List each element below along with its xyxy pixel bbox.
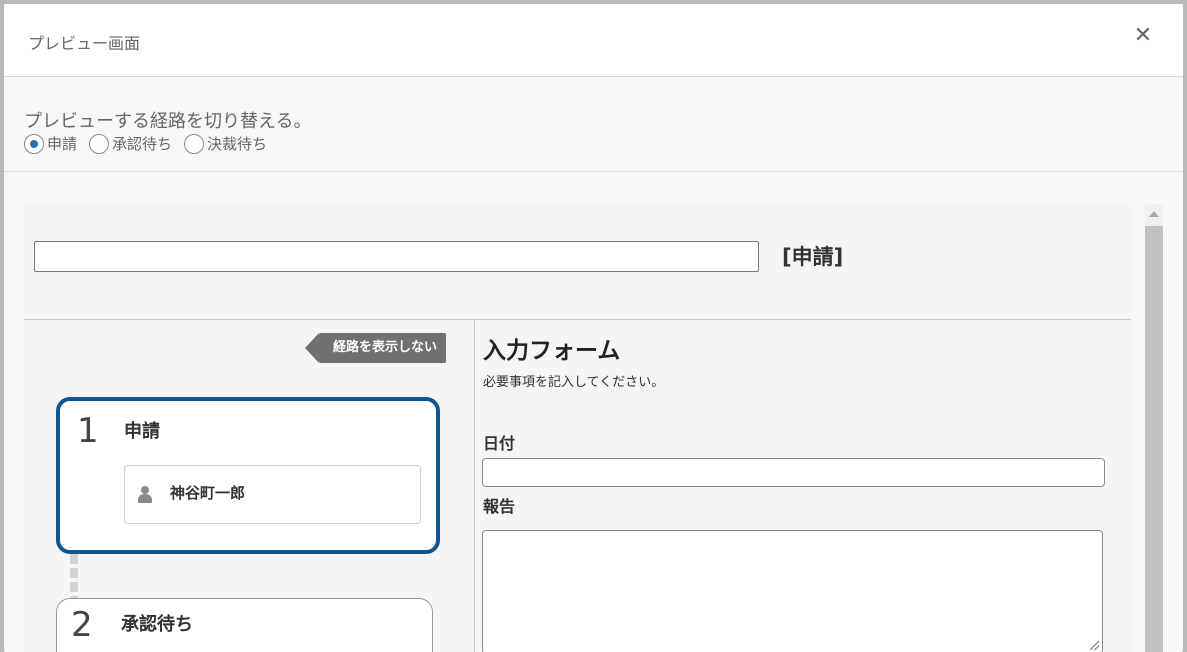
modal-title: プレビュー画面: [28, 34, 141, 53]
resize-handle-icon[interactable]: [1090, 641, 1099, 650]
radio-label-approval-pending: 承認待ち: [112, 135, 173, 153]
vertical-scrollbar[interactable]: [1145, 204, 1163, 652]
scrollbar-thumb[interactable]: [1145, 226, 1163, 652]
user-icon: [138, 486, 152, 503]
title-input[interactable]: [34, 241, 759, 272]
form-type-label: [申請]: [782, 245, 844, 269]
divider: [24, 319, 1131, 320]
step-number: 1: [77, 411, 99, 451]
step-connector: [70, 554, 78, 598]
radio-button-approval-pending[interactable]: [89, 133, 110, 154]
form-title: 入力フォーム: [483, 338, 621, 364]
hide-route-button[interactable]: 経路を表示しない: [304, 333, 447, 363]
modal-header: プレビュー画面 ✕: [4, 4, 1183, 77]
step-name: 申請: [124, 421, 160, 442]
step-name: 承認待ち: [121, 614, 193, 635]
radio-option-decision-pending[interactable]: 決裁待ち: [184, 133, 267, 154]
date-field[interactable]: [482, 458, 1105, 487]
scroll-up-icon[interactable]: [1149, 211, 1159, 217]
report-field[interactable]: [482, 530, 1103, 652]
column-divider: [474, 320, 475, 652]
route-switch-heading: プレビューする経路を切り替える。: [24, 111, 312, 132]
assignee-name: 神谷町一郎: [170, 484, 246, 502]
preview-pane: [申請] 経路を表示しない 1 申請 神谷町一郎 2 承認待ち 入力フォーム 必…: [24, 204, 1131, 652]
route-step-2: 2 承認待ち: [56, 598, 433, 652]
route-step-1: 1 申請 神谷町一郎: [56, 397, 440, 554]
form-description: 必要事項を記入してください。: [483, 375, 665, 390]
radio-label-decision-pending: 決裁待ち: [207, 135, 268, 153]
radio-button-decision-pending[interactable]: [184, 133, 205, 154]
close-icon[interactable]: ✕: [1131, 24, 1155, 48]
step-assignee: 神谷町一郎: [124, 465, 421, 524]
report-field-label: 報告: [483, 497, 516, 516]
route-radio-group: 申請 承認待ち 決裁待ち: [24, 133, 279, 154]
radio-option-apply[interactable]: 申請: [24, 133, 77, 154]
date-field-label: 日付: [483, 434, 516, 453]
radio-option-approval-pending[interactable]: 承認待ち: [89, 133, 172, 154]
radio-button-apply[interactable]: [24, 133, 44, 154]
step-number: 2: [71, 605, 93, 645]
route-switch-section: プレビューする経路を切り替える。 申請 承認待ち 決裁待ち: [4, 77, 1183, 172]
preview-modal: プレビュー画面 ✕ プレビューする経路を切り替える。 申請 承認待ち 決裁待ち …: [4, 4, 1183, 652]
radio-label-apply: 申請: [47, 135, 78, 153]
